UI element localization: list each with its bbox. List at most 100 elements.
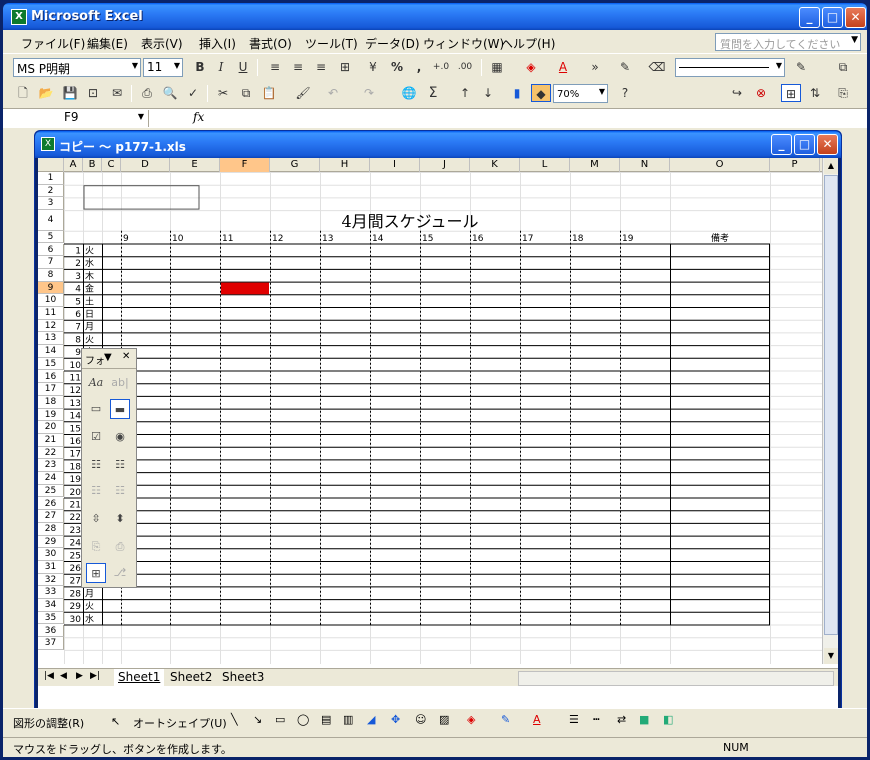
- horizontal-scrollbar[interactable]: [518, 671, 834, 686]
- row-header[interactable]: 30: [38, 548, 64, 561]
- row-header[interactable]: 8: [38, 268, 64, 282]
- row-header[interactable]: 21: [38, 434, 64, 447]
- font-color-icon[interactable]: A: [553, 58, 573, 76]
- copy-icon[interactable]: ⧉: [833, 58, 853, 76]
- line-style-select[interactable]: ▼: [675, 58, 785, 77]
- row-header[interactable]: 23: [38, 459, 64, 473]
- checkbox-icon[interactable]: ☑: [86, 427, 106, 447]
- clipart-icon[interactable]: ☺: [415, 713, 426, 726]
- run-dialog-icon[interactable]: ⎇: [110, 563, 130, 583]
- maximize-button[interactable]: □: [822, 7, 843, 28]
- dash-style-icon[interactable]: ┅: [593, 713, 600, 726]
- adjust-shapes-menu[interactable]: 図形の調整(R): [13, 715, 84, 731]
- column-header[interactable]: A: [64, 158, 83, 172]
- column-header[interactable]: I: [370, 158, 420, 172]
- print-preview-icon[interactable]: 🔍: [160, 84, 180, 102]
- merge-center-icon[interactable]: ⊞: [335, 58, 355, 76]
- align-left-icon[interactable]: ≡: [265, 58, 285, 76]
- fx-icon[interactable]: fx: [193, 110, 204, 124]
- row-header[interactable]: 20: [38, 421, 64, 434]
- menu-item[interactable]: 表示(V): [141, 35, 183, 52]
- tab-sheet2[interactable]: Sheet2: [166, 669, 216, 686]
- chevron-down-icon[interactable]: ▼: [104, 352, 112, 363]
- menu-item[interactable]: ウィンドウ(W): [423, 35, 504, 52]
- column-header[interactable]: G: [270, 158, 320, 172]
- redo-icon[interactable]: ↷: [359, 84, 379, 102]
- row-header[interactable]: 6: [38, 243, 64, 257]
- menu-item[interactable]: 書式(O): [249, 35, 292, 52]
- fill-color-icon[interactable]: ◈: [467, 713, 475, 726]
- chevron-down-icon[interactable]: ▼: [138, 112, 144, 121]
- column-header[interactable]: M: [570, 158, 620, 172]
- scroll-up-icon[interactable]: ▲: [824, 158, 838, 174]
- italic-button[interactable]: I: [211, 58, 231, 76]
- column-header[interactable]: B: [83, 158, 102, 172]
- wordart-icon[interactable]: ◢: [367, 713, 375, 726]
- row-header[interactable]: 2: [38, 184, 64, 198]
- row-header[interactable]: 32: [38, 573, 64, 587]
- picture-icon[interactable]: ▨: [439, 713, 449, 726]
- row-header[interactable]: 36: [38, 624, 64, 638]
- row-header[interactable]: 19: [38, 408, 64, 422]
- drawing-icon[interactable]: ◆: [531, 84, 551, 102]
- menu-item[interactable]: ツール(T): [305, 35, 358, 52]
- next-sheet-icon[interactable]: ▶: [76, 671, 83, 681]
- close-icon[interactable]: ✕: [122, 351, 130, 362]
- column-header[interactable]: F: [220, 158, 270, 172]
- chart-wizard-icon[interactable]: ▮: [507, 84, 527, 102]
- arrow-icon[interactable]: ↘: [253, 713, 262, 726]
- menu-item[interactable]: 編集(E): [87, 35, 128, 52]
- track-changes-icon[interactable]: ↪: [727, 84, 747, 102]
- row-header[interactable]: 12: [38, 319, 64, 333]
- align-center-icon[interactable]: ≡: [288, 58, 308, 76]
- row-header[interactable]: 22: [38, 446, 64, 460]
- reject-change-icon[interactable]: ⊗: [751, 84, 771, 102]
- option-button-icon[interactable]: ◉: [110, 427, 130, 447]
- menu-item[interactable]: データ(D): [365, 35, 420, 52]
- print-icon[interactable]: ⎙: [137, 84, 157, 102]
- arrow-style-icon[interactable]: ⇄: [617, 713, 626, 726]
- last-sheet-icon[interactable]: ▶|: [90, 671, 100, 681]
- sort-descending-icon[interactable]: ↓: [478, 84, 498, 102]
- first-sheet-icon[interactable]: |◀: [44, 671, 54, 681]
- pen-icon[interactable]: ✎: [615, 58, 635, 76]
- button-control-icon[interactable]: ▬: [110, 399, 130, 419]
- font-color-icon[interactable]: A: [533, 713, 541, 726]
- format-painter-icon[interactable]: 🖌: [293, 84, 313, 102]
- chevron-down-icon[interactable]: ▼: [599, 87, 605, 96]
- copy-icon[interactable]: ⧉: [236, 84, 256, 102]
- row-header[interactable]: 18: [38, 395, 64, 409]
- toggle-grid-icon[interactable]: ⊞: [86, 563, 106, 583]
- menu-item[interactable]: ファイル(F): [21, 35, 85, 52]
- spinner-icon[interactable]: ⬍: [110, 509, 130, 529]
- chevron-down-icon[interactable]: ▼: [174, 61, 180, 70]
- spelling-icon[interactable]: ✓: [183, 84, 203, 102]
- minimize-button[interactable]: _: [799, 7, 820, 28]
- toolbar-options-icon[interactable]: »: [585, 58, 605, 76]
- edit-code-icon[interactable]: ⎙: [110, 537, 130, 557]
- chevron-down-icon[interactable]: ▼: [132, 61, 138, 70]
- app-titlebar[interactable]: X Microsoft Excel _ □ ✕: [3, 3, 867, 30]
- row-header[interactable]: 4: [38, 210, 64, 231]
- column-header[interactable]: P: [770, 158, 820, 172]
- column-header[interactable]: N: [620, 158, 670, 172]
- wb-close-button[interactable]: ✕: [817, 134, 838, 155]
- column-header[interactable]: D: [121, 158, 170, 172]
- column-header[interactable]: H: [320, 158, 370, 172]
- scroll-bar-icon[interactable]: ⇳: [86, 509, 106, 529]
- font-size-select[interactable]: 11 ▼: [143, 58, 183, 77]
- 3d-icon[interactable]: ◧: [663, 713, 673, 726]
- scroll-down-icon[interactable]: ▼: [824, 648, 838, 664]
- permission-icon[interactable]: ⊡: [83, 84, 103, 102]
- tab-sheet1[interactable]: Sheet1: [114, 669, 165, 686]
- protection-icon[interactable]: ⎘: [833, 84, 853, 102]
- chevron-down-icon[interactable]: ▼: [851, 35, 858, 45]
- line-icon[interactable]: ╲: [231, 713, 238, 726]
- comma-button[interactable]: ,: [409, 58, 429, 76]
- row-header[interactable]: 3: [38, 197, 64, 211]
- autosum-button[interactable]: Σ: [423, 84, 443, 102]
- decrease-decimal-icon[interactable]: .00: [455, 58, 475, 76]
- combo-dropdown-edit-icon[interactable]: ☷: [110, 481, 130, 501]
- paste-icon[interactable]: 📋: [259, 84, 279, 102]
- currency-icon[interactable]: ¥: [363, 58, 383, 76]
